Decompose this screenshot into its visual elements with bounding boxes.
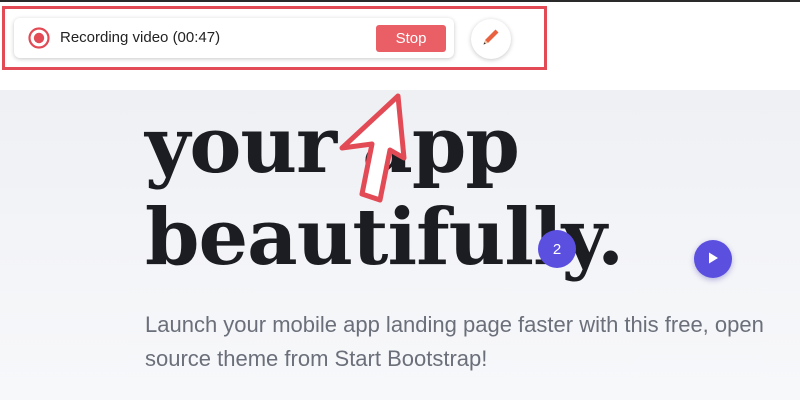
annotate-button[interactable] <box>471 19 511 59</box>
cursor-arrow-icon <box>334 88 430 206</box>
pencil-icon <box>481 27 501 51</box>
recording-bar: Recording video (00:47) Stop <box>14 18 454 58</box>
play-icon <box>706 250 720 269</box>
recording-status-text: Recording video (00:47) <box>60 29 221 46</box>
step-number-badge: 2 <box>538 230 576 268</box>
stop-recording-button[interactable]: Stop <box>376 25 446 52</box>
play-button[interactable] <box>694 240 732 278</box>
hero-subtitle: Launch your mobile app landing page fast… <box>145 312 764 371</box>
record-icon <box>28 27 50 49</box>
